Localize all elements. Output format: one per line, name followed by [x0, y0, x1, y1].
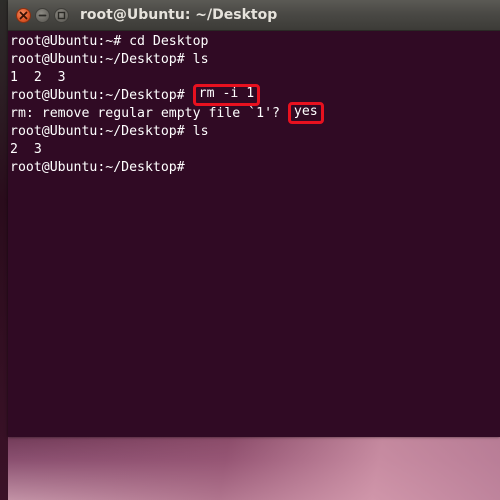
terminal-area[interactable]: root@Ubuntu:~# cd Desktop root@Ubuntu:~/… [8, 31, 500, 437]
highlighted-command: rm -i 1 [192, 84, 261, 106]
command: ls [192, 52, 209, 67]
prompt: root@Ubuntu:~/Desktop# [10, 124, 193, 139]
window-titlebar[interactable]: root@Ubuntu: ~/Desktop [8, 0, 500, 31]
command: cd Desktop [129, 34, 209, 49]
minimize-button[interactable] [35, 8, 50, 23]
maximize-button[interactable] [54, 8, 69, 23]
maximize-icon [57, 11, 66, 20]
close-icon [19, 11, 28, 20]
terminal-output: root@Ubuntu:~# cd Desktop root@Ubuntu:~/… [10, 33, 324, 177]
terminal-line: 2 3 [10, 141, 324, 159]
terminal-line: root@Ubuntu:~# cd Desktop [10, 33, 324, 51]
terminal-line: rm: remove regular empty file `1'? yes [10, 102, 324, 124]
prompt: root@Ubuntu:~/Desktop# [10, 52, 193, 67]
highlighted-answer: yes [287, 102, 324, 124]
command-output: 2 3 [10, 142, 42, 157]
close-button[interactable] [16, 8, 31, 23]
command-output: rm: remove regular empty file `1'? [10, 106, 288, 121]
terminal-line: root@Ubuntu:~/Desktop# ls [10, 51, 324, 69]
terminal-line: 1 2 3 [10, 69, 324, 87]
command: ls [192, 124, 209, 139]
prompt: root@Ubuntu:~# [10, 34, 130, 49]
window-title: root@Ubuntu: ~/Desktop [80, 7, 278, 23]
terminal-window[interactable]: root@Ubuntu: ~/Desktop root@Ubuntu:~# cd… [8, 0, 500, 437]
desktop-wallpaper-streak [0, 435, 500, 500]
desktop-left-edge [0, 0, 8, 500]
prompt: root@Ubuntu:~/Desktop# [10, 160, 193, 175]
terminal-line: root@Ubuntu:~/Desktop# rm -i 1 [10, 84, 324, 106]
prompt: root@Ubuntu:~/Desktop# [10, 88, 193, 103]
command-output: 1 2 3 [10, 70, 66, 85]
terminal-line: root@Ubuntu:~/Desktop# [10, 159, 324, 177]
terminal-line: root@Ubuntu:~/Desktop# ls [10, 123, 324, 141]
minimize-icon [38, 14, 47, 17]
